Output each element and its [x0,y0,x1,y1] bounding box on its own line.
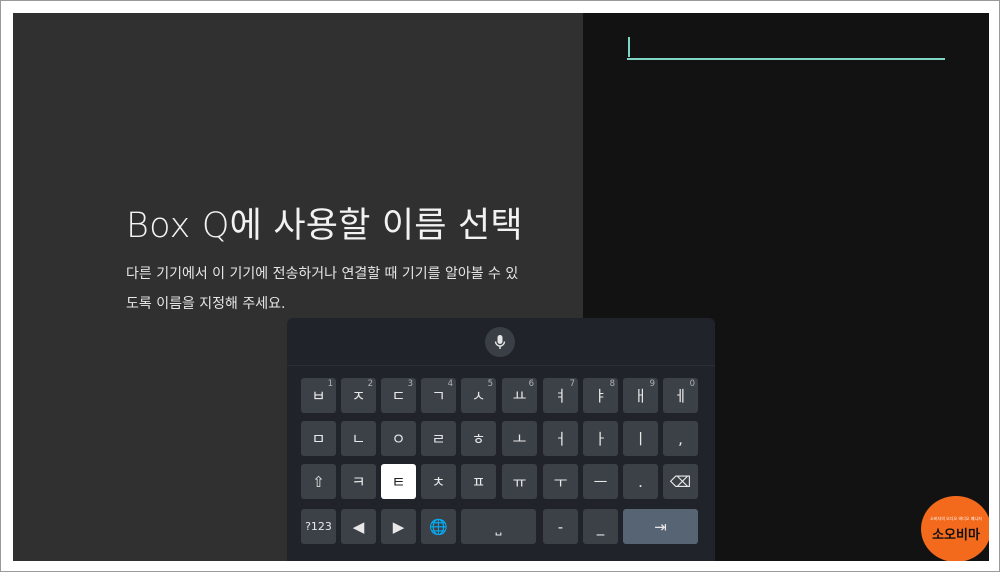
key-2-4[interactable]: ㄹ [421,421,456,456]
enter-icon[interactable]: ⇥ [623,509,698,544]
key-1-1[interactable]: ㅂ1 [301,378,336,413]
page-title: Box Q에 사용할 이름 선택 [126,206,523,246]
globe-icon[interactable]: 🌐 [421,509,456,544]
key-3-2[interactable]: ㅋ [341,464,376,499]
key-1-3[interactable]: ㄷ3 [381,378,416,413]
device-name-input[interactable] [627,35,945,60]
key-hint: 2 [367,379,373,389]
key-4-1[interactable]: ?123 [301,509,336,544]
key-3-8[interactable]: ㅡ [583,464,618,499]
key-2-10[interactable]: , [663,421,698,456]
key-1-7[interactable]: ㅕ7 [543,378,578,413]
key-3-3[interactable]: ㅌ [381,464,416,499]
key-hint: 7 [569,379,575,389]
key-4-7[interactable]: _ [583,509,618,544]
key-hint: 4 [447,379,453,389]
key-hint: 3 [407,379,413,389]
key-2-3[interactable]: ㅇ [381,421,416,456]
key-hint: 5 [487,379,493,389]
key-3-7[interactable]: ㅜ [543,464,578,499]
key-2-1[interactable]: ㅁ [301,421,336,456]
key-1-2[interactable]: ㅈ2 [341,378,376,413]
page-description-line2: 도록 이름을 지정해 주세요. [126,296,286,312]
key-2-9[interactable]: ㅣ [623,421,658,456]
key-2-6[interactable]: ㅗ [502,421,537,456]
mic-icon[interactable] [485,327,515,357]
shift-icon[interactable]: ⇧ [301,464,336,499]
key-1-9[interactable]: ㅐ9 [623,378,658,413]
tv-screen: Box Q에 사용할 이름 선택 다른 기기에서 이 기기에 전송하거나 연결할… [13,13,989,561]
key-2-7[interactable]: ㅓ [543,421,578,456]
key-hint: 8 [609,379,615,389]
text-caret [628,37,630,57]
key-1-6[interactable]: ㅛ6 [502,378,537,413]
key-hint: 6 [528,379,534,389]
key-3-4[interactable]: ㅊ [421,464,456,499]
key-1-4[interactable]: ㄱ4 [421,378,456,413]
key-1-10[interactable]: ㅔ0 [663,378,698,413]
key-hint: 0 [689,379,695,389]
keyboard-suggestion-bar [287,318,715,366]
backspace-icon[interactable]: ⌫ [663,464,698,499]
key-1-5[interactable]: ㅅ5 [461,378,496,413]
space-icon[interactable]: ⎵ [461,509,536,544]
key-1-8[interactable]: ㅑ8 [583,378,618,413]
key-2-8[interactable]: ㅏ [583,421,618,456]
page-description-line1: 다른 기기에서 이 기기에 전송하거나 연결할 때 기기를 알아볼 수 있 [126,266,519,282]
screenshot-frame: Box Q에 사용할 이름 선택 다른 기기에서 이 기기에 전송하거나 연결할… [0,0,1000,572]
key-hint: 9 [649,379,655,389]
key-2-2[interactable]: ㄴ [341,421,376,456]
key-4-6[interactable]: - [543,509,578,544]
arrow-left-icon[interactable]: ◀ [341,509,376,544]
key-2-5[interactable]: ㅎ [461,421,496,456]
key-3-9[interactable]: . [623,464,658,499]
watermark-logo: 소비자의 오디오 비디오 매니저 소오비마 [921,496,989,561]
key-hint: 1 [327,379,333,389]
key-3-5[interactable]: ㅍ [461,464,496,499]
arrow-right-icon[interactable]: ▶ [381,509,416,544]
on-screen-keyboard: ㅂ 1 ㅈ 2 ㄷ 3 ㄱ 4 ㅅ 5 ㅛ 6 ㅕ 7 ㅑ 8 ㅐ 9 ㅔ 0 ㅁㄴㅇㄹㅎㅗㅓㅏㅣ, ⇧ ㅋㅌㅊㅍㅠㅜㅡ. ⌫… [287,318,715,561]
key-3-6[interactable]: ㅠ [502,464,537,499]
